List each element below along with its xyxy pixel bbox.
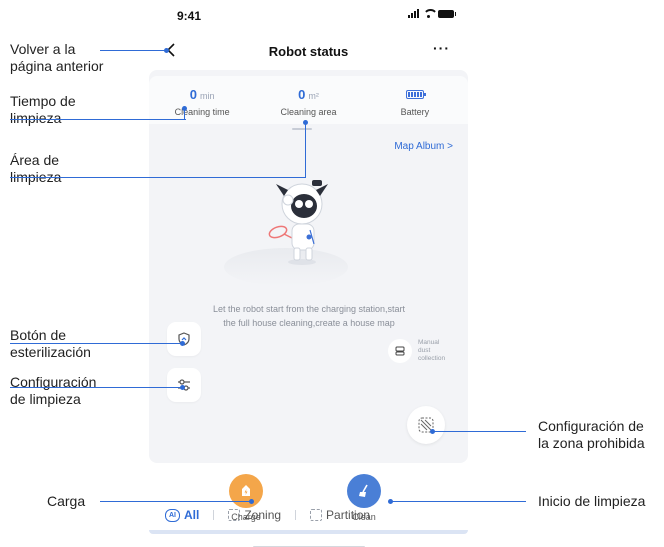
annotation-dot-sterilization: [180, 341, 185, 346]
annotation-line-sterilization: [10, 343, 182, 344]
annotation-forbid-line-1: Configuración de: [538, 418, 644, 434]
charge-label: Charge: [231, 512, 261, 522]
page-title: Robot status: [268, 44, 349, 59]
annotation-back-line-1: Volver a la: [10, 41, 76, 57]
annotation-dot-area: [303, 120, 308, 125]
annotation-cleaning-settings: Configuración de limpieza: [10, 374, 96, 408]
cleaning-time-label: Cleaning time: [174, 107, 230, 117]
manual-dust-label: Manual dust collection: [418, 339, 445, 363]
annotation-vline-area: [305, 122, 306, 178]
map-area[interactable]: 0 min Cleaning time 0 m² Cleaning area Bat…: [149, 70, 468, 534]
annotation-cleaning-time: Tiempo de limpieza: [10, 93, 76, 127]
annotation-steril-line-2: esterilización: [10, 344, 91, 360]
annotation-line-forbidden: [432, 431, 526, 432]
annotation-charge: Carga: [47, 493, 86, 509]
status-icons: [408, 9, 456, 18]
map-description: Let the robot start from the charging st…: [169, 302, 449, 330]
battery-status-icon: [438, 9, 456, 18]
annotation-forbid-line-2: la zona prohibida: [538, 435, 645, 451]
status-time: 9:41: [177, 9, 202, 23]
annotation-vline-time: [184, 108, 185, 119]
nav-bar: Robot status ···: [149, 36, 468, 66]
action-bar: Charge Clean: [149, 474, 468, 534]
annotation-sterilization: Botón de esterilización: [10, 327, 91, 361]
dust-bin-icon: [388, 339, 412, 363]
more-menu-button[interactable]: ···: [433, 40, 450, 56]
wifi-icon: [423, 9, 438, 18]
broom-icon: [347, 474, 381, 508]
phone-screen: 9:41 Robot status ··· 0 min Cleaning time…: [149, 0, 468, 547]
annotation-dot-back: [164, 48, 169, 53]
stat-cleaning-area: 0 m² Cleaning area: [255, 76, 361, 124]
cleaning-time-value: 0: [189, 87, 198, 102]
annotation-dot-forbidden: [430, 429, 435, 434]
robot-mascot-illustration: [268, 180, 328, 265]
annotation-line-charge: [100, 501, 250, 502]
clean-label: Clean: [352, 512, 376, 522]
annotation-dot-charge: [249, 499, 254, 504]
charge-button[interactable]: Charge: [216, 474, 276, 522]
cleaning-area-unit: m²: [308, 91, 319, 101]
cleaning-area-label: Cleaning area: [280, 107, 337, 117]
signal-icon: [408, 9, 419, 18]
manual-dust-collection-button[interactable]: Manual dust collection: [388, 332, 460, 370]
annotation-config-line-2: de limpieza: [10, 391, 81, 407]
sterilization-button[interactable]: [167, 322, 201, 356]
cleaning-time-unit: min: [200, 91, 215, 101]
drag-handle[interactable]: [292, 128, 312, 130]
annotation-line-time: [10, 119, 186, 120]
annotation-dot-settings: [180, 385, 185, 390]
annotation-config-line-1: Configuración: [10, 374, 97, 390]
stat-battery: Battery: [362, 76, 468, 124]
manual-dust-line-1: Manual: [418, 339, 440, 346]
forbidden-zone-button[interactable]: [407, 406, 445, 444]
annotation-back-line-2: página anterior: [10, 58, 104, 74]
description-line-1: Let the robot start from the charging st…: [212, 304, 406, 314]
annotation-back: Volver a la página anterior: [10, 41, 103, 75]
annotation-area-line-1: Área de: [10, 152, 60, 168]
stats-bar: 0 min Cleaning time 0 m² Cleaning area Bat…: [149, 76, 468, 124]
annotation-dot-clean: [388, 499, 393, 504]
battery-icon: [405, 90, 426, 99]
annotation-time-line-1: Tiempo de: [10, 93, 76, 109]
annotation-steril-line-1: Botón de: [10, 327, 67, 343]
annotation-clean: Inicio de limpieza: [538, 493, 646, 509]
annotation-line-back: [100, 50, 166, 51]
stat-cleaning-time: 0 min Cleaning time: [149, 76, 255, 124]
clean-button[interactable]: Clean: [334, 474, 394, 522]
annotation-line-settings: [10, 387, 182, 388]
battery-label: Battery: [400, 107, 430, 117]
manual-dust-line-3: collection: [418, 355, 446, 362]
cleaning-area-value: 0: [298, 87, 306, 102]
annotation-forbidden-zone: Configuración de la zona prohibida: [538, 418, 645, 452]
charge-icon: [229, 474, 263, 508]
manual-dust-line-2: dust: [418, 347, 431, 354]
annotation-line-area: [10, 177, 306, 178]
annotation-cleaning-area: Área de limpieza: [10, 152, 61, 186]
map-album-link[interactable]: Map Album >: [394, 141, 453, 152]
description-line-2: the full house cleaning,create a house m…: [223, 318, 395, 328]
annotation-line-clean: [390, 501, 526, 502]
